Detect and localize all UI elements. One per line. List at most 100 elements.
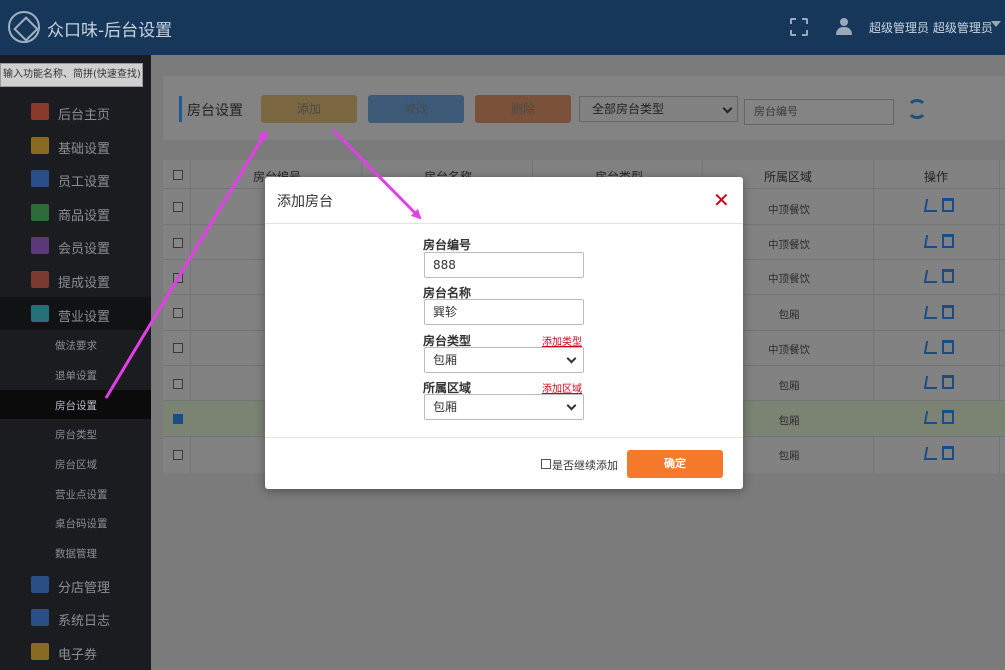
sidebar-item-business[interactable]: 营业设置 <box>0 297 151 330</box>
basket-icon <box>31 204 49 221</box>
column-header: 所属区域 <box>764 170 813 184</box>
sidebar-subitem-room-type[interactable]: 房台类型 <box>0 419 151 448</box>
sidebar-item-commission[interactable]: 提成设置 <box>0 263 151 296</box>
trash-icon[interactable] <box>942 410 954 424</box>
sidebar-item-member[interactable]: 会员设置 <box>0 229 151 262</box>
sidebar-item-goods[interactable]: 商品设置 <box>0 196 151 229</box>
sidebar-subitem-label: 做法要求 <box>55 340 97 352</box>
fullscreen-icon[interactable] <box>790 18 808 36</box>
staff-icon <box>31 170 49 187</box>
edit-icon[interactable] <box>923 341 940 354</box>
sidebar-subitem-room-area[interactable]: 房台区域 <box>0 449 151 478</box>
room-number-label: 房台编号 <box>423 238 472 252</box>
row-checkbox[interactable] <box>173 202 183 212</box>
app-title: 众口味-后台设置 <box>47 21 173 41</box>
edit-icon[interactable] <box>923 306 940 319</box>
trash-icon[interactable] <box>942 340 954 354</box>
sidebar-item-log[interactable]: 系统日志 <box>0 601 151 634</box>
edit-icon[interactable] <box>923 447 940 460</box>
sidebar-item-coupon[interactable]: 电子券 <box>0 635 151 668</box>
coupon-icon <box>31 643 49 660</box>
area-cell: 包厢 <box>778 450 800 462</box>
chevron-down-icon[interactable] <box>991 21 1001 27</box>
area-cell: 中顶餐饮 <box>768 239 810 251</box>
sidebar-item-label: 电子券 <box>58 648 98 663</box>
row-checkbox[interactable] <box>173 273 183 283</box>
row-actions <box>923 269 955 283</box>
row-actions <box>923 375 955 389</box>
sidebar-item-label: 员工设置 <box>58 175 111 190</box>
logo-icon <box>8 11 40 43</box>
store-icon <box>31 305 49 322</box>
continue-add-checkbox[interactable] <box>541 459 551 469</box>
user-icon[interactable] <box>836 18 852 36</box>
sidebar-subitem-outlet[interactable]: 营业点设置 <box>0 479 151 508</box>
continue-add-label[interactable]: 是否继续添加 <box>552 457 618 473</box>
trash-icon[interactable] <box>942 305 954 319</box>
area-cell: 中顶餐饮 <box>768 273 810 285</box>
sidebar-subitem-label: 桌台码设置 <box>55 518 108 530</box>
sidebar-item-label: 营业设置 <box>58 310 111 325</box>
sidebar-subitem-table-code[interactable]: 桌台码设置 <box>0 508 151 537</box>
trash-icon[interactable] <box>942 446 954 460</box>
current-user[interactable]: 超级管理员 超级管理员 <box>869 19 993 36</box>
add-button[interactable]: 添加 <box>261 95 357 123</box>
divider <box>265 223 743 224</box>
row-checkbox[interactable] <box>173 414 183 424</box>
sidebar-item-staff[interactable]: 员工设置 <box>0 162 151 195</box>
trash-icon[interactable] <box>942 234 954 248</box>
room-type-filter-value: 全部房台类型 <box>592 102 665 116</box>
row-actions <box>923 340 955 354</box>
edit-icon[interactable] <box>923 376 940 389</box>
sidebar-search-input[interactable]: 输入功能名称、简拼(快速查找) <box>0 63 143 87</box>
add-type-link[interactable]: 添加类型 <box>542 333 582 348</box>
sidebar-subitem-data[interactable]: 数据管理 <box>0 538 151 567</box>
add-area-link[interactable]: 添加区域 <box>542 380 582 395</box>
row-checkbox[interactable] <box>173 343 183 353</box>
row-checkbox[interactable] <box>173 379 183 389</box>
sidebar-item-label: 基础设置 <box>58 142 111 157</box>
select-all-checkbox[interactable] <box>173 170 183 180</box>
sidebar-item-label: 系统日志 <box>58 614 111 629</box>
area-cell: 包厢 <box>778 309 800 321</box>
room-type-select[interactable]: 包厢 <box>424 347 584 373</box>
row-actions <box>923 198 955 212</box>
home-icon <box>31 103 49 120</box>
close-icon[interactable]: ✕ <box>713 190 730 210</box>
sidebar-subitem-cooking[interactable]: 做法要求 <box>0 330 151 359</box>
sidebar-item-basic[interactable]: 基础设置 <box>0 129 151 162</box>
sidebar-item-home[interactable]: 后台主页 <box>0 95 151 128</box>
chart-icon <box>31 271 49 288</box>
sidebar-subitem-room[interactable]: 房台设置 <box>0 390 151 419</box>
row-checkbox[interactable] <box>173 308 183 318</box>
trash-icon[interactable] <box>942 198 954 212</box>
room-name-field[interactable]: 巽轸 <box>424 299 584 325</box>
row-actions <box>923 446 955 460</box>
sidebar-subitem-label: 退单设置 <box>55 370 97 382</box>
row-checkbox[interactable] <box>173 238 183 248</box>
edit-icon[interactable] <box>923 199 940 212</box>
top-header: 众口味-后台设置 超级管理员 超级管理员 <box>0 0 1005 55</box>
trash-icon[interactable] <box>942 269 954 283</box>
refresh-icon[interactable] <box>907 99 927 119</box>
row-actions <box>923 234 955 248</box>
sidebar-item-label: 分店管理 <box>58 581 111 596</box>
trash-icon[interactable] <box>942 375 954 389</box>
area-select[interactable]: 包厢 <box>424 394 584 420</box>
sidebar-subitem-refund[interactable]: 退单设置 <box>0 360 151 389</box>
row-checkbox[interactable] <box>173 450 183 460</box>
dialog-title: 添加房台 <box>277 194 333 210</box>
area-cell: 包厢 <box>778 415 800 427</box>
sidebar-subitem-label: 房台类型 <box>55 429 97 441</box>
delete-button[interactable]: 删除 <box>475 95 571 123</box>
sidebar-item-branch[interactable]: 分店管理 <box>0 568 151 601</box>
edit-icon[interactable] <box>923 411 940 424</box>
confirm-button[interactable]: 确定 <box>627 450 723 478</box>
room-number-search-input[interactable]: 房台编号 <box>744 99 894 125</box>
edit-icon[interactable] <box>923 235 940 248</box>
edit-icon[interactable] <box>923 270 940 283</box>
room-type-filter-select[interactable]: 全部房台类型 <box>579 96 738 122</box>
area-cell: 包厢 <box>778 380 800 392</box>
room-number-field[interactable]: 888 <box>424 252 584 278</box>
edit-button[interactable]: 修改 <box>368 95 464 123</box>
